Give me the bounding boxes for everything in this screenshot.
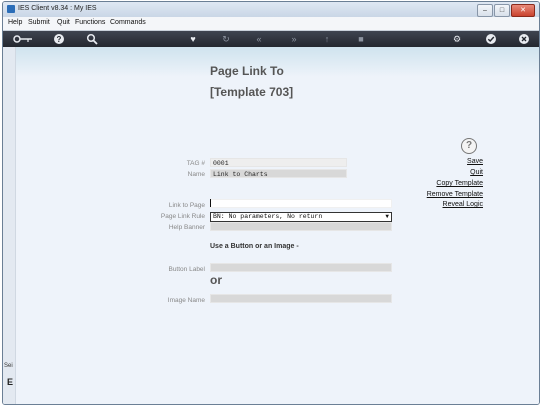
or-text: or: [210, 273, 222, 287]
page-title: Page Link To: [210, 64, 284, 78]
refresh-icon[interactable]: ↻: [220, 33, 232, 45]
maximize-button[interactable]: □: [494, 4, 510, 17]
name-label: Name: [187, 171, 205, 178]
text-cursor: [210, 199, 211, 207]
link-to-page-label: Link to Page: [168, 202, 205, 209]
copy-template-link[interactable]: Copy Template: [436, 180, 483, 187]
question-icon[interactable]: ?: [461, 138, 477, 154]
key-icon[interactable]: [13, 33, 33, 45]
heart-icon[interactable]: ♥: [187, 33, 199, 45]
close-window-button[interactable]: ✕: [511, 4, 535, 17]
button-label-field[interactable]: [210, 263, 392, 272]
search-icon[interactable]: [86, 33, 98, 45]
menu-bar: Help Submit Quit Functions Commands: [3, 17, 539, 31]
menu-functions[interactable]: Functions: [75, 19, 105, 26]
menu-commands[interactable]: Commands: [110, 19, 146, 26]
menu-submit[interactable]: Submit: [28, 19, 50, 26]
page-link-rule-label: Page Link Rule: [160, 213, 205, 220]
tag-field[interactable]: 0001: [210, 158, 347, 167]
button-label-label: Button Label: [168, 266, 205, 273]
quit-link[interactable]: Quit: [470, 169, 483, 176]
main-content: Sei E Page Link To [Template 703] TAG # …: [3, 47, 539, 404]
link-to-page-field[interactable]: [210, 199, 392, 208]
chevron-down-icon[interactable]: ▼: [385, 213, 389, 221]
page-link-rule-select[interactable]: BN: No parameters, No return ▼: [210, 212, 392, 222]
forward-icon[interactable]: »: [288, 33, 300, 45]
help-banner-field[interactable]: [210, 222, 392, 231]
menu-help[interactable]: Help: [8, 19, 22, 26]
check-icon[interactable]: [485, 33, 497, 45]
toolbar: ? ♥ ↻ « » ↑ ■ ⚙: [3, 31, 539, 47]
window-title: IES Client v8.34 : My IES: [18, 5, 97, 12]
window-controls: – □ ✕: [477, 4, 535, 17]
reveal-logic-link[interactable]: Reveal Logic: [443, 201, 483, 208]
remove-template-link[interactable]: Remove Template: [427, 191, 483, 198]
minimize-button[interactable]: –: [477, 4, 493, 17]
left-sidebar: Sei E: [3, 47, 16, 404]
button-or-image-text: Use a Button or an Image -: [210, 243, 299, 250]
close-icon[interactable]: [518, 33, 530, 45]
up-icon[interactable]: ↑: [321, 33, 333, 45]
image-name-field[interactable]: [210, 294, 392, 303]
title-bar: IES Client v8.34 : My IES – □ ✕: [3, 2, 539, 17]
name-field[interactable]: Link to Charts: [210, 169, 347, 178]
app-icon: [7, 5, 15, 13]
sidebar-label: Sei: [4, 363, 13, 369]
help-icon[interactable]: ?: [53, 33, 65, 45]
tag-label: TAG #: [186, 160, 205, 167]
sidebar-letter: E: [7, 377, 14, 387]
gear-icon[interactable]: ⚙: [451, 33, 463, 45]
save-link[interactable]: Save: [467, 158, 483, 165]
app-window: IES Client v8.34 : My IES – □ ✕ Help Sub…: [2, 1, 540, 405]
help-banner-label: Help Banner: [168, 224, 205, 231]
stop-icon[interactable]: ■: [355, 33, 367, 45]
image-name-label: Image Name: [167, 297, 205, 304]
menu-quit[interactable]: Quit: [57, 19, 70, 26]
page-link-rule-value: BN: No parameters, No return: [213, 213, 323, 220]
back-icon[interactable]: «: [253, 33, 265, 45]
svg-text:?: ?: [57, 35, 62, 44]
page-subtitle: [Template 703]: [210, 85, 294, 99]
